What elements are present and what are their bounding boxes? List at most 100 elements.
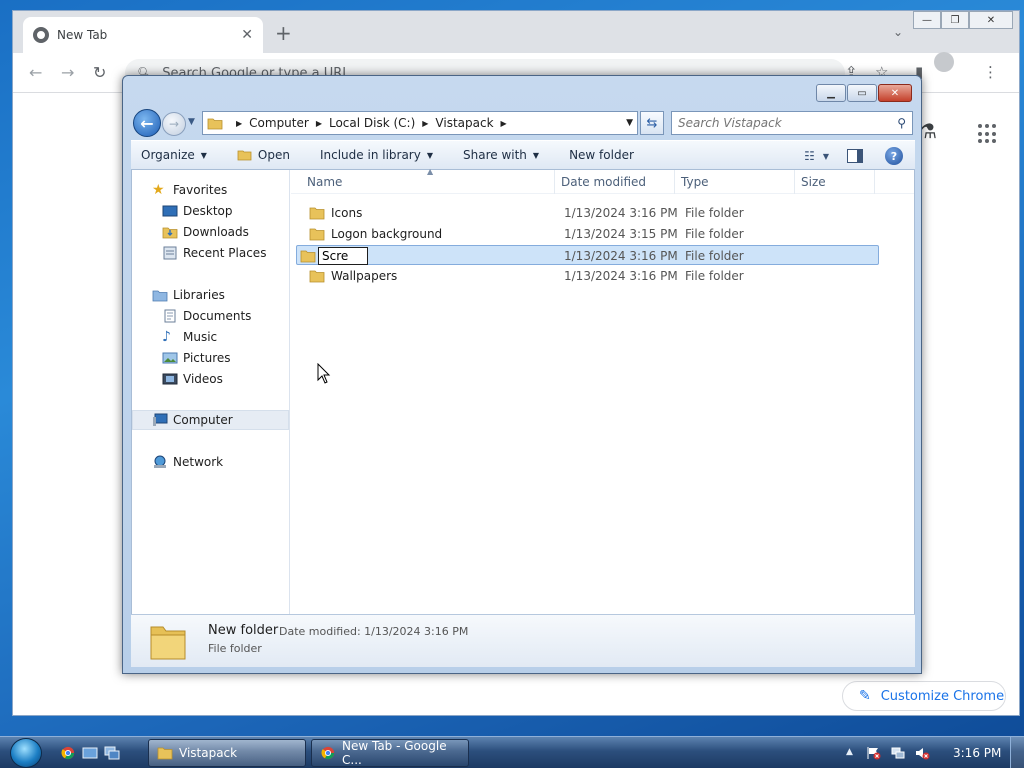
breadcrumb-separator-icon[interactable]: ▶: [422, 119, 428, 128]
nav-videos-label: Videos: [183, 372, 223, 386]
open-folder-icon: [237, 150, 252, 161]
search-icon[interactable]: ⚲: [897, 116, 906, 130]
chrome-tabstrip: New Tab ✕ + ⌄ — ❐ ✕: [13, 11, 1019, 53]
file-type: File folder: [685, 227, 744, 241]
network-tray-icon[interactable]: [890, 746, 906, 760]
back-arrow-icon[interactable]: ←: [29, 63, 42, 82]
nav-downloads[interactable]: Downloads: [162, 222, 249, 242]
breadcrumb-local-disk[interactable]: Local Disk (C:): [329, 116, 415, 130]
explorer-maximize-button[interactable]: ▭: [847, 84, 877, 102]
nav-network-label: Network: [173, 455, 224, 469]
desktop-icon: [162, 205, 178, 217]
show-desktop-button[interactable]: [1010, 737, 1024, 768]
reload-icon[interactable]: ↻: [93, 63, 106, 82]
search-box[interactable]: ⚲: [671, 111, 913, 135]
nav-favorites-label: Favorites: [173, 183, 228, 197]
nav-computer[interactable]: Computer: [132, 410, 289, 430]
folder-icon: [300, 250, 316, 263]
profile-avatar[interactable]: [934, 52, 954, 72]
taskbar-clock[interactable]: 3:16 PM: [953, 746, 1001, 760]
chrome-window-controls: — ❐ ✕: [913, 11, 1013, 29]
breadcrumb-computer[interactable]: Computer: [249, 116, 309, 130]
open-button[interactable]: Open: [237, 148, 290, 162]
details-type: File folder: [208, 642, 262, 655]
include-in-library-button[interactable]: Include in library ▼: [320, 148, 433, 162]
nav-videos[interactable]: Videos: [162, 369, 223, 389]
preview-pane-icon[interactable]: [847, 149, 863, 163]
rename-input[interactable]: [318, 247, 368, 265]
documents-icon: [164, 309, 176, 323]
google-apps-icon[interactable]: [978, 124, 998, 144]
folder-icon: [157, 747, 173, 760]
explorer-minimize-button[interactable]: ▁: [816, 84, 846, 102]
chrome-tab-new-tab[interactable]: New Tab ✕: [23, 17, 263, 53]
explorer-close-button[interactable]: ✕: [878, 84, 912, 102]
chrome-quicklaunch-icon[interactable]: [60, 746, 76, 760]
recent-pages-dropdown-icon[interactable]: ▼: [188, 117, 195, 127]
nav-network[interactable]: Network: [152, 452, 223, 472]
mouse-cursor-icon: [317, 363, 331, 384]
address-dropdown-icon[interactable]: ▼: [626, 118, 633, 128]
breadcrumb-vistapack[interactable]: Vistapack: [435, 116, 493, 130]
file-row-icons[interactable]: Icons 1/13/2024 3:16 PM File folder: [305, 203, 879, 223]
chrome-minimize-button[interactable]: —: [913, 11, 941, 29]
command-bar-right: ☷ ▼ ?: [804, 141, 915, 171]
kebab-menu-icon[interactable]: ⋮: [983, 63, 998, 81]
show-hidden-icons-icon[interactable]: ▲: [846, 747, 853, 757]
customize-chrome-button[interactable]: ✎ Customize Chrome: [842, 681, 1006, 711]
chevron-down-icon: ▼: [822, 151, 829, 161]
file-name: Logon background: [331, 227, 443, 241]
nav-desktop-label: Desktop: [183, 204, 233, 218]
volume-muted-icon[interactable]: [914, 746, 930, 760]
nav-music[interactable]: ♪ Music: [162, 327, 217, 347]
chevron-down-icon: ▼: [426, 150, 433, 160]
nav-pictures[interactable]: Pictures: [162, 348, 231, 368]
refresh-button[interactable]: ⇆: [640, 111, 664, 135]
column-date-modified[interactable]: Date modified: [555, 170, 675, 194]
nav-desktop[interactable]: Desktop: [162, 201, 233, 221]
change-view-button[interactable]: ☷ ▼: [804, 149, 829, 163]
nav-favorites[interactable]: ★ Favorites: [152, 180, 227, 200]
switch-windows-quicklaunch-icon[interactable]: [104, 746, 120, 760]
nav-libraries[interactable]: Libraries: [152, 285, 225, 305]
start-button[interactable]: [10, 738, 42, 768]
help-icon[interactable]: ?: [885, 147, 903, 165]
file-row-wallpapers[interactable]: Wallpapers 1/13/2024 3:16 PM File folder: [305, 266, 879, 286]
column-type[interactable]: Type: [675, 170, 795, 194]
column-size[interactable]: Size: [795, 170, 875, 194]
file-row-logon-background[interactable]: Logon background 1/13/2024 3:15 PM File …: [305, 224, 879, 244]
folder-icon: [309, 207, 325, 220]
tab-search-chevron-icon[interactable]: ⌄: [893, 25, 903, 39]
chrome-restore-button[interactable]: ❐: [941, 11, 969, 29]
share-with-button[interactable]: Share with ▼: [463, 148, 539, 162]
nav-music-label: Music: [183, 330, 218, 344]
search-input[interactable]: [678, 116, 898, 130]
action-center-warning-icon[interactable]: [866, 746, 882, 760]
nav-computer-label: Computer: [173, 413, 233, 427]
address-bar[interactable]: ▶ Computer ▶ Local Disk (C:) ▶ Vistapack…: [202, 111, 638, 135]
new-tab-button[interactable]: +: [275, 23, 292, 43]
breadcrumb-separator-icon[interactable]: ▶: [236, 119, 242, 128]
nav-documents[interactable]: Documents: [162, 306, 251, 326]
forward-button[interactable]: →: [162, 112, 186, 136]
nav-recent-places[interactable]: Recent Places: [162, 243, 266, 263]
breadcrumb-separator-icon[interactable]: ▶: [316, 119, 322, 128]
taskbar-chrome-button[interactable]: New Tab - Google C...: [311, 739, 469, 767]
explorer-body: ★ Favorites Desktop Downloads Recent Pla…: [131, 167, 915, 614]
folder-icon: [309, 270, 325, 283]
forward-arrow-icon[interactable]: →: [61, 63, 74, 82]
new-folder-button[interactable]: New folder: [569, 148, 634, 162]
back-button[interactable]: ←: [133, 109, 161, 137]
chrome-close-button[interactable]: ✕: [969, 11, 1013, 29]
large-folder-icon: [150, 626, 186, 660]
column-name[interactable]: Name: [301, 170, 555, 194]
show-desktop-quicklaunch-icon[interactable]: [82, 746, 98, 760]
taskbar-explorer-button[interactable]: Vistapack: [148, 739, 306, 767]
tab-close-icon[interactable]: ✕: [241, 27, 253, 43]
explorer-navigation-bar: ← → ▼ ▶ Computer ▶ Local Disk (C:) ▶ Vis…: [131, 109, 915, 137]
music-note-icon: ♪: [162, 329, 171, 345]
file-row-renaming[interactable]: 1/13/2024 3:16 PM File folder: [296, 245, 879, 265]
organize-button[interactable]: Organize ▼: [141, 148, 207, 162]
customize-chrome-label: Customize Chrome: [880, 688, 1005, 704]
breadcrumb-separator-icon[interactable]: ▶: [501, 119, 507, 128]
